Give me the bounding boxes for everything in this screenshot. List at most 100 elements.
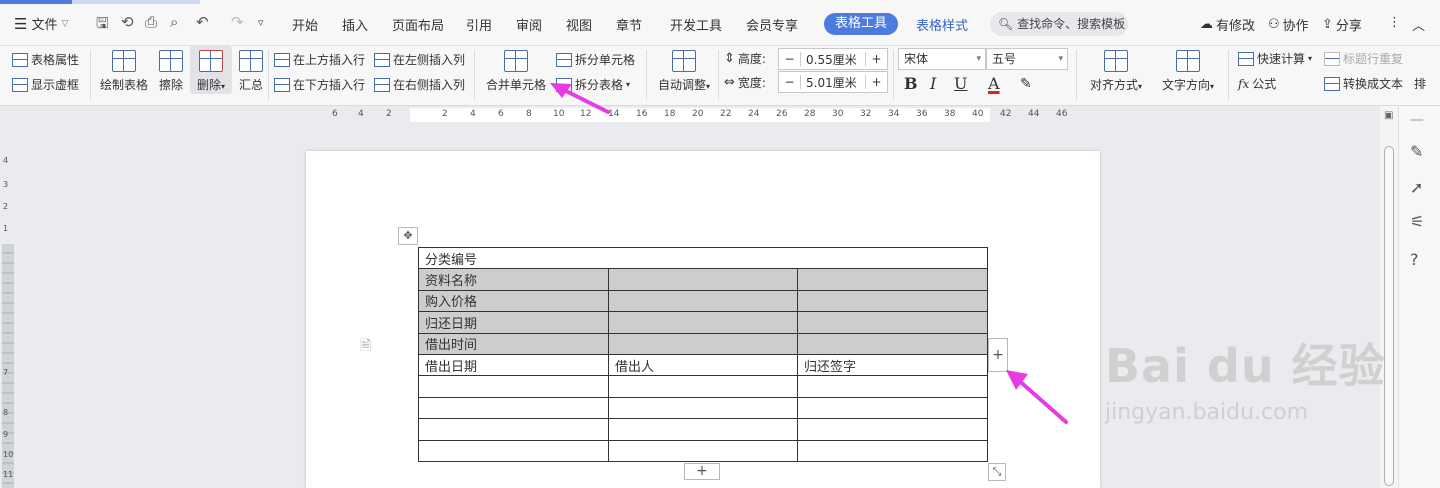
table-cell[interactable]: 分类编号 [418,246,988,270]
tab-home[interactable]: 开始 [292,15,318,34]
command-search[interactable]: 🔍︎ 查找命令、搜索模板 [990,12,1128,36]
file-menu[interactable]: ☰ 文件 ▽ [14,14,68,34]
insert-row-above-button[interactable]: 在上方插入行 [274,51,365,68]
minimize-panel-icon[interactable]: — [1410,112,1424,128]
font-name-select[interactable]: 宋体 ▾ [898,48,986,70]
settings-sliders-icon[interactable]: ⚟ [1410,212,1424,231]
table-cell[interactable] [797,375,988,398]
tab-chapter[interactable]: 章节 [616,15,642,34]
document-table[interactable]: 分类编号 资料名称 购入价格 归还日期 借出时间 借出日期 借出人 归还签字 [418,246,988,462]
customize-icon[interactable]: ▿ [258,16,264,29]
table-cell[interactable] [608,418,798,441]
column-width-value[interactable]: 5.01厘米 [801,74,865,91]
table-cell[interactable]: 归还签字 [797,353,988,377]
table-cell[interactable] [418,396,609,420]
table-cell[interactable] [418,439,609,462]
insert-column-left-button[interactable]: 在左侧插入列 [374,51,465,68]
undo-icon[interactable]: ↶ [196,13,209,31]
show-gridlines-button[interactable]: 显示虚框 [12,76,79,93]
split-table-button[interactable]: 拆分表格 ▾ [556,76,630,93]
vertical-scrollbar[interactable]: ▣ [1380,106,1398,488]
table-cell[interactable] [418,375,609,398]
table-cell[interactable] [608,289,798,313]
text-direction-button[interactable]: 文字方向▾ [1156,50,1220,93]
scrollbar-thumb[interactable] [1384,146,1394,486]
modified-button[interactable]: ☁ 有修改 [1200,15,1255,34]
format-painter-icon[interactable]: ⟲ [121,13,134,31]
print-preview-icon[interactable]: ⌕ [170,13,178,31]
bold-button[interactable]: B [904,74,918,93]
quick-calc-button[interactable]: 快速计算 ▾ [1238,50,1312,67]
select-cursor-icon[interactable]: ➚ [1410,178,1423,197]
tab-references[interactable]: 引用 [466,15,492,34]
column-width-decrement[interactable]: − [779,75,801,89]
italic-button[interactable]: I [930,74,936,93]
table-cell[interactable]: 借出时间 [418,332,609,355]
more-ribbon-label[interactable]: 排 [1414,75,1426,92]
draw-table-button[interactable]: 绘制表格 [98,50,150,93]
erase-button[interactable]: 擦除 [156,50,186,93]
table-cell[interactable] [608,439,798,462]
add-column-button[interactable]: + [988,338,1008,372]
print-icon[interactable]: ⎙ [145,13,157,31]
summary-button[interactable]: 汇总 [236,50,266,93]
table-properties-button[interactable]: 表格属性 [12,51,79,68]
table-cell[interactable]: 资料名称 [418,268,609,291]
row-height-increment[interactable]: + [865,52,887,66]
row-height-value[interactable]: 0.55厘米 [801,51,865,68]
edit-pen-icon[interactable]: ✎ [1410,142,1423,161]
paragraph-options-icon[interactable]: 🗎 [360,335,371,359]
more-options-icon[interactable]: ⋮ [1388,15,1401,30]
table-cell[interactable] [797,439,988,462]
tab-member[interactable]: 会员专享 [746,15,798,34]
insert-row-below-button[interactable]: 在下方插入行 [274,76,365,93]
save-icon[interactable]: 🖫 [96,13,109,38]
table-cell[interactable] [608,375,798,398]
tab-developer[interactable]: 开发工具 [670,15,722,34]
underline-button[interactable]: U [954,74,967,93]
tab-table-style[interactable]: 表格样式 [916,15,968,34]
font-size-select[interactable]: 五号 ▾ [986,48,1068,70]
merge-cells-button[interactable]: 合并单元格 [482,50,550,93]
share-button[interactable]: ⇪ 分享 [1322,15,1362,34]
table-cell[interactable] [797,396,988,420]
convert-to-text-button[interactable]: 转换成文本 [1324,75,1403,92]
table-cell[interactable]: 归还日期 [418,311,609,334]
tab-insert[interactable]: 插入 [342,15,368,34]
table-cell[interactable]: 借出日期 [418,353,609,377]
highlight-icon[interactable]: ✎ [1020,76,1032,92]
table-cell[interactable]: 购入价格 [418,289,609,313]
table-cell[interactable] [608,311,798,334]
delete-button[interactable]: 删除▾ [192,50,230,93]
table-cell[interactable] [797,418,988,441]
font-color-button[interactable]: A [988,74,1000,93]
table-cell[interactable]: 借出人 [608,353,798,377]
tab-review[interactable]: 审阅 [516,15,542,34]
redo-icon[interactable]: ↷ [231,13,244,31]
table-cell[interactable] [608,332,798,355]
table-cell[interactable] [797,289,988,313]
auto-fit-button[interactable]: 自动调整▾ [652,50,716,93]
formula-button[interactable]: fx 公式 [1238,75,1276,92]
help-icon[interactable]: ? [1410,250,1419,269]
table-cell[interactable] [608,396,798,420]
table-cell[interactable] [608,268,798,291]
collapse-ribbon-icon[interactable]: ︿ [1412,15,1425,34]
insert-column-right-button[interactable]: 在右侧插入列 [374,76,465,93]
split-cells-button[interactable]: 拆分单元格 [556,51,635,68]
tab-table-tools[interactable]: 表格工具 [824,13,898,35]
column-width-increment[interactable]: + [865,75,887,89]
tab-view[interactable]: 视图 [566,15,592,34]
repeat-header-button[interactable]: 标题行重复 [1324,50,1403,67]
table-cell[interactable] [797,332,988,355]
table-cell[interactable] [797,268,988,291]
scroll-top-icon[interactable]: ▣ [1384,110,1393,121]
collab-button[interactable]: ⚇ 协作 [1268,15,1309,34]
table-move-icon[interactable]: ✥ [398,227,418,245]
table-cell[interactable] [797,311,988,334]
tab-page-layout[interactable]: 页面布局 [392,15,444,34]
table-cell[interactable] [418,418,609,441]
add-row-button[interactable]: + [684,463,720,480]
row-height-decrement[interactable]: − [779,52,801,66]
row-height-spinner[interactable]: − 0.55厘米 + [778,48,888,70]
